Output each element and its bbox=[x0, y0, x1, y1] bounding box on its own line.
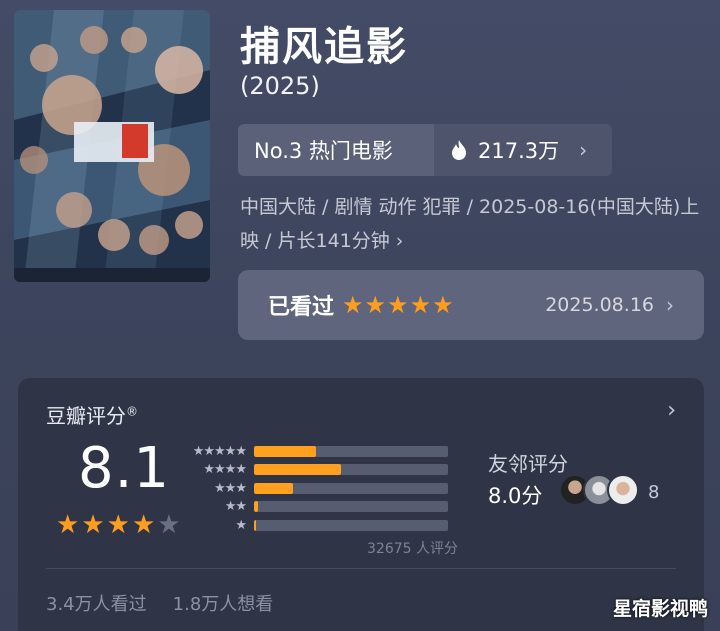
want-count[interactable]: 1.8万人想看 bbox=[173, 590, 274, 616]
friends-avatars[interactable] bbox=[559, 474, 639, 506]
dist-bar-track bbox=[254, 519, 448, 531]
rank-badge[interactable]: No.3 热门电影 bbox=[238, 124, 434, 176]
rating-score: 8.1 bbox=[78, 436, 171, 501]
watched-count[interactable]: 3.4万人看过 bbox=[46, 590, 147, 616]
chevron-right-icon: › bbox=[666, 293, 674, 317]
dist-bar-fill bbox=[254, 464, 342, 476]
dist-bar-track bbox=[254, 501, 448, 513]
star-icon: ★ bbox=[157, 510, 181, 540]
dist-stars-label: ★★★★★ bbox=[192, 443, 247, 459]
dist-bar-fill bbox=[254, 519, 256, 531]
dist-stars-label: ★★ bbox=[224, 499, 247, 515]
movie-poster[interactable] bbox=[14, 10, 210, 282]
movie-year: (2025) bbox=[240, 72, 320, 100]
dist-bar-track bbox=[254, 445, 448, 457]
dist-row: ★★ bbox=[186, 498, 478, 517]
star-icon: ★ bbox=[409, 291, 432, 319]
dist-bar-track bbox=[254, 482, 448, 494]
dist-bar-fill bbox=[254, 482, 293, 494]
audience-stats: 3.4万人看过 1.8万人想看 bbox=[46, 590, 273, 616]
dist-bar-fill bbox=[254, 445, 317, 457]
movie-meta[interactable]: 中国大陆 / 剧情 动作 犯罪 / 2025-08-16(中国大陆)上映 / 片… bbox=[240, 190, 710, 258]
watched-status[interactable]: 已看过 ★ ★ ★ ★ ★ 2025.08.16 › bbox=[238, 270, 704, 340]
friends-count: 8 bbox=[648, 482, 660, 503]
star-icon: ★ bbox=[56, 510, 80, 540]
watched-date: 2025.08.16 bbox=[545, 294, 654, 316]
rating-title[interactable]: 豆瓣评分® bbox=[46, 400, 138, 429]
dist-bar-track bbox=[254, 464, 448, 476]
chevron-right-icon: › bbox=[579, 138, 588, 162]
avatar bbox=[607, 474, 639, 506]
rating-stars: ★ ★ ★ ★ ★ bbox=[56, 510, 181, 540]
registered-mark: ® bbox=[126, 404, 138, 419]
dist-stars-label: ★ bbox=[235, 517, 247, 533]
flame-icon bbox=[452, 140, 466, 160]
dist-row: ★★★ bbox=[186, 479, 478, 498]
watermark: 星宿影视鸭 bbox=[612, 598, 708, 620]
dist-row: ★ bbox=[186, 516, 478, 535]
movie-title: 捕风追影 bbox=[240, 24, 408, 70]
rating-title-text: 豆瓣评分 bbox=[46, 404, 126, 428]
friends-rating-title: 友邻评分 bbox=[488, 452, 568, 476]
rating-distribution: ★★★★★ ★★★★ ★★★ ★★ ★ bbox=[186, 442, 478, 535]
star-icon: ★ bbox=[387, 291, 409, 319]
rank-bar: No.3 热门电影 217.3万 › bbox=[238, 124, 612, 176]
star-icon: ★ bbox=[106, 510, 130, 540]
rating-count: 32675 人评分 bbox=[367, 541, 458, 557]
chevron-right-icon[interactable]: › bbox=[667, 398, 676, 423]
my-rating-stars: ★ ★ ★ ★ ★ bbox=[342, 291, 454, 319]
dist-row: ★★★★ bbox=[186, 461, 478, 480]
dist-stars-label: ★★★★ bbox=[203, 462, 247, 478]
rating-card: 豆瓣评分® › 8.1 ★ ★ ★ ★ ★ ★★★★★ ★★★★ ★★★ ★★ … bbox=[18, 378, 704, 631]
star-icon: ★ bbox=[131, 510, 156, 540]
heat-button[interactable]: 217.3万 › bbox=[434, 124, 612, 176]
heat-value: 217.3万 bbox=[478, 139, 560, 163]
rank-label: No.3 热门电影 bbox=[254, 139, 393, 163]
divider bbox=[46, 568, 676, 569]
star-icon: ★ bbox=[81, 510, 105, 540]
star-icon: ★ bbox=[342, 291, 364, 319]
dist-row: ★★★★★ bbox=[186, 442, 478, 461]
dist-stars-label: ★★★ bbox=[214, 480, 247, 496]
watched-label: 已看过 bbox=[268, 295, 335, 320]
friends-rating-score: 8.0分 bbox=[488, 484, 543, 508]
poster-artwork bbox=[14, 10, 210, 282]
star-icon: ★ bbox=[432, 291, 454, 319]
dist-bar-fill bbox=[254, 501, 258, 513]
star-icon: ★ bbox=[364, 291, 387, 319]
